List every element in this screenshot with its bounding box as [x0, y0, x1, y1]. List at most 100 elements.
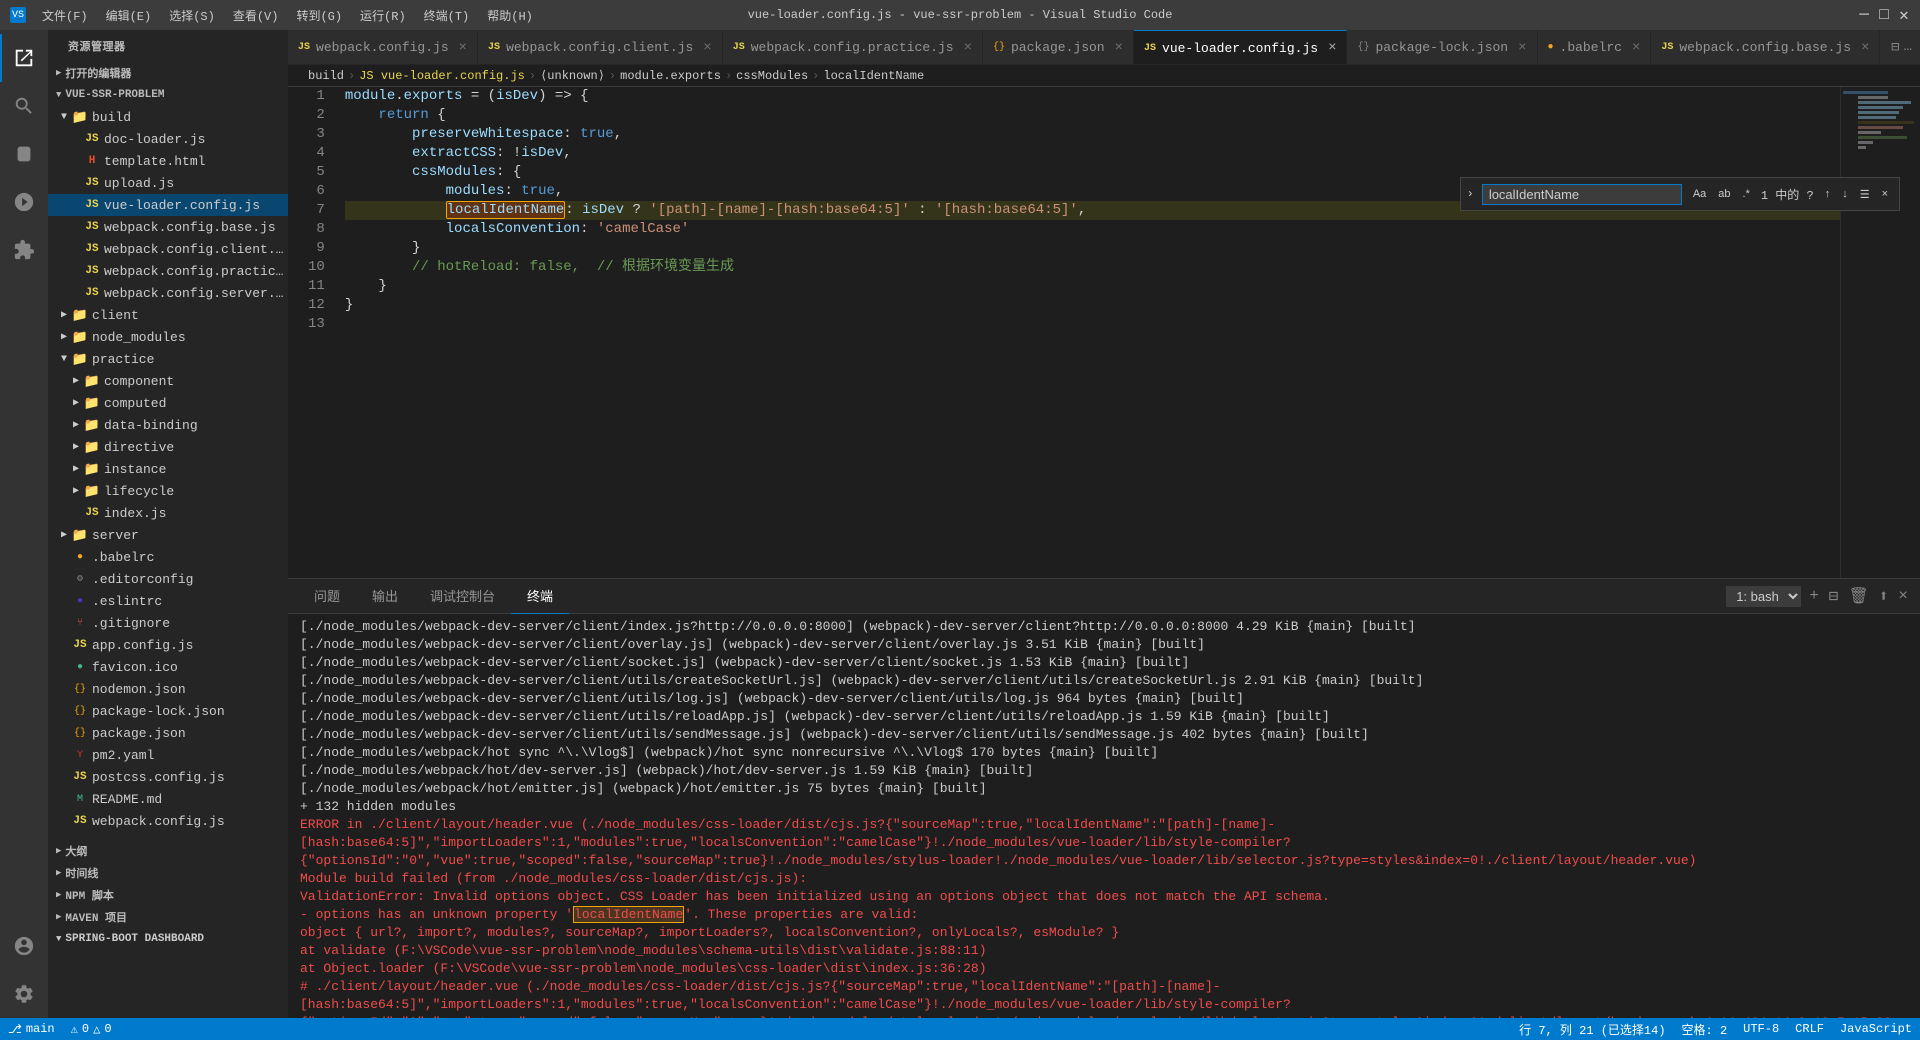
new-terminal-button[interactable]: +	[1807, 585, 1821, 607]
debug-icon[interactable]	[0, 178, 48, 226]
sidebar-item-practice[interactable]: ▼ 📁 practice	[48, 348, 288, 370]
tab-close-button[interactable]: ×	[1632, 40, 1640, 56]
tab-close-button[interactable]: ×	[703, 40, 711, 56]
breadcrumb-module-exports[interactable]: module.exports	[620, 69, 721, 83]
tab-package-lock[interactable]: {} package-lock.json ×	[1347, 30, 1537, 65]
sidebar-item-nodemon[interactable]: {} nodemon.json	[48, 678, 288, 700]
cursor-position-status[interactable]: 行 7, 列 21 (已选择14)	[1511, 1018, 1673, 1040]
sidebar-item-app-config[interactable]: JS app.config.js	[48, 634, 288, 656]
sidebar-item-upload[interactable]: JS upload.js	[48, 172, 288, 194]
find-select-all-button[interactable]: ☰	[1855, 185, 1875, 204]
sidebar-item-client[interactable]: ▶ 📁 client	[48, 304, 288, 326]
line-ending-status[interactable]: CRLF	[1787, 1018, 1832, 1040]
tab-close-button[interactable]: ×	[1861, 40, 1869, 56]
open-editors-section[interactable]: ▶ 打开的编辑器	[48, 62, 288, 84]
tab-webpack-config[interactable]: JS webpack.config.js ×	[288, 30, 478, 65]
sidebar-item-computed[interactable]: ▶ 📁 computed	[48, 392, 288, 414]
errors-status[interactable]: ⚠ 0 △ 0	[63, 1018, 120, 1040]
sidebar-item-webpack-config[interactable]: JS webpack.config.js	[48, 810, 288, 832]
tab-webpack-base[interactable]: JS webpack.config.base.js ×	[1651, 30, 1880, 65]
sidebar-item-node-modules[interactable]: ▶ 📁 node_modules	[48, 326, 288, 348]
outline-section[interactable]: ▶ 大纲	[48, 840, 288, 862]
menu-edit[interactable]: 编辑(E)	[98, 5, 160, 26]
breadcrumb-unknown[interactable]: ⟨unknown⟩	[540, 68, 605, 83]
source-control-icon[interactable]	[0, 130, 48, 178]
sidebar-item-pm2[interactable]: Y pm2.yaml	[48, 744, 288, 766]
menu-run[interactable]: 运行(R)	[352, 5, 414, 26]
panel-tab-terminal[interactable]: 终端	[511, 579, 569, 614]
maximize-panel-button[interactable]: ⬆	[1877, 584, 1891, 608]
sidebar-item-webpack-base[interactable]: JS webpack.config.base.js	[48, 216, 288, 238]
spring-section[interactable]: ▼ SPRING-BOOT DASHBOARD	[48, 928, 288, 950]
maximize-button[interactable]: □	[1878, 9, 1890, 21]
breadcrumb-css-modules[interactable]: cssModules	[736, 69, 808, 83]
kill-terminal-button[interactable]: 🗑	[1846, 584, 1870, 608]
sidebar-item-directive[interactable]: ▶ 📁 directive	[48, 436, 288, 458]
sidebar-item-editorconfig[interactable]: ⚙ .editorconfig	[48, 568, 288, 590]
sidebar-item-index-js[interactable]: JS index.js	[48, 502, 288, 524]
menu-select[interactable]: 选择(S)	[161, 5, 223, 26]
sidebar-item-template[interactable]: H template.html	[48, 150, 288, 172]
sidebar-item-server[interactable]: ▶ 📁 server	[48, 524, 288, 546]
breadcrumb-file[interactable]: JS vue-loader.config.js	[359, 69, 525, 83]
tab-package-json[interactable]: {} package.json ×	[983, 30, 1134, 65]
tab-close-button[interactable]: ×	[459, 40, 467, 56]
panel-tab-output[interactable]: 输出	[356, 579, 414, 614]
menu-help[interactable]: 帮助(H)	[479, 5, 541, 26]
settings-icon[interactable]	[0, 970, 48, 1018]
code-view[interactable]: 1 2 3 4 5 6 7 8 9 10 11 12 13	[288, 87, 1840, 578]
sidebar-item-favicon[interactable]: ● favicon.ico	[48, 656, 288, 678]
project-section[interactable]: ▼ VUE-SSR-PROBLEM	[48, 84, 288, 106]
find-input[interactable]	[1482, 184, 1682, 205]
breadcrumb-build[interactable]: build	[308, 69, 344, 83]
sidebar-item-build[interactable]: ▼ 📁 build	[48, 106, 288, 128]
sidebar-item-instance[interactable]: ▶ 📁 instance	[48, 458, 288, 480]
terminal-output[interactable]: [./node_modules/webpack-dev-server/clien…	[288, 614, 1920, 1018]
explorer-icon[interactable]	[0, 34, 48, 82]
sidebar-item-webpack-server[interactable]: JS webpack.config.server.js	[48, 282, 288, 304]
sidebar-item-webpack-client[interactable]: JS webpack.config.client.js	[48, 238, 288, 260]
menu-file[interactable]: 文件(F)	[34, 5, 96, 26]
sidebar-item-package-json[interactable]: {} package.json	[48, 722, 288, 744]
encoding-status[interactable]: UTF-8	[1735, 1018, 1787, 1040]
breadcrumb-local-ident-name[interactable]: localIdentName	[823, 69, 924, 83]
find-next-button[interactable]: ↓	[1837, 185, 1853, 204]
panel-tab-debug-console[interactable]: 调试控制台	[414, 579, 511, 614]
tab-close-button[interactable]: ×	[964, 40, 972, 56]
sidebar-item-babelrc[interactable]: ● .babelrc	[48, 546, 288, 568]
sidebar-item-component[interactable]: ▶ 📁 component	[48, 370, 288, 392]
sidebar-item-doc-loader[interactable]: JS doc-loader.js	[48, 128, 288, 150]
tab-babelrc[interactable]: ● .babelrc ×	[1538, 30, 1652, 65]
tab-close-button[interactable]: ×	[1328, 40, 1336, 56]
split-editor-button[interactable]: ⊟	[1891, 39, 1899, 56]
tab-close-button[interactable]: ×	[1518, 40, 1526, 56]
tab-webpack-practice[interactable]: JS webpack.config.practice.js ×	[723, 30, 983, 65]
npm-section[interactable]: ▶ NPM 脚本	[48, 884, 288, 906]
terminal-select[interactable]: 1: bash	[1726, 586, 1801, 607]
use-regex-button[interactable]: .*	[1738, 185, 1755, 203]
sidebar-item-eslintrc[interactable]: ● .eslintrc	[48, 590, 288, 612]
sidebar-item-webpack-practice[interactable]: JS webpack.config.practice.js	[48, 260, 288, 282]
panel-tab-problems[interactable]: 问题	[298, 579, 356, 614]
sidebar-item-lifecycle[interactable]: ▶ 📁 lifecycle	[48, 480, 288, 502]
tab-webpack-client[interactable]: JS webpack.config.client.js ×	[478, 30, 723, 65]
language-mode-status[interactable]: JavaScript	[1832, 1018, 1920, 1040]
menu-goto[interactable]: 转到(G)	[288, 5, 350, 26]
find-previous-button[interactable]: ↑	[1820, 185, 1836, 204]
search-icon[interactable]	[0, 82, 48, 130]
close-button[interactable]: ✕	[1898, 9, 1910, 21]
menu-terminal[interactable]: 终端(T)	[416, 5, 478, 26]
indentation-status[interactable]: 空格: 2	[1674, 1018, 1736, 1040]
maven-section[interactable]: ▶ MAVEN 项目	[48, 906, 288, 928]
more-tabs-button[interactable]: …	[1904, 39, 1912, 55]
sidebar-item-vue-loader-config[interactable]: JS vue-loader.config.js	[48, 194, 288, 216]
find-close-button[interactable]: ×	[1877, 185, 1893, 204]
sidebar-item-readme[interactable]: M README.md	[48, 788, 288, 810]
extensions-icon[interactable]	[0, 226, 48, 274]
match-case-button[interactable]: Aa	[1688, 185, 1711, 203]
git-branch-status[interactable]: ⎇ main	[0, 1018, 63, 1040]
tab-close-button[interactable]: ×	[1115, 40, 1123, 56]
timeline-section[interactable]: ▶ 时间线	[48, 862, 288, 884]
sidebar-item-postcss[interactable]: JS postcss.config.js	[48, 766, 288, 788]
sidebar-item-package-lock[interactable]: {} package-lock.json	[48, 700, 288, 722]
